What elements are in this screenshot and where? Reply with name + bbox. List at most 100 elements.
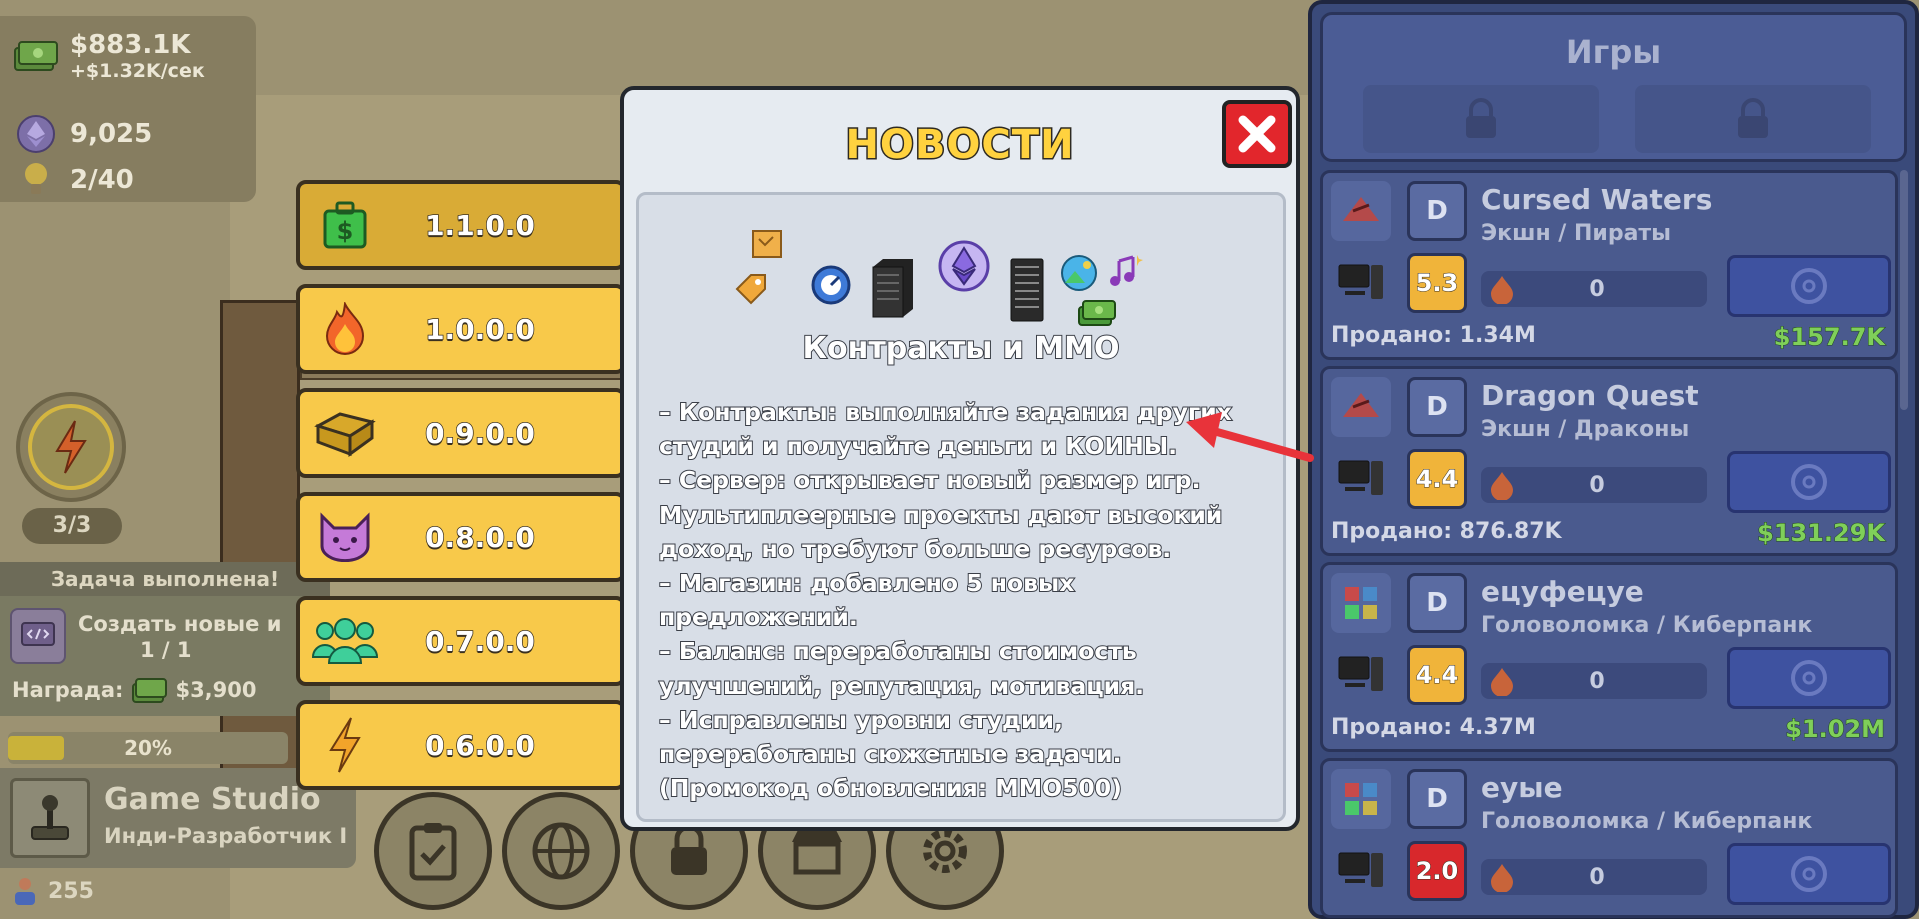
version-label: 1.0.0.0 bbox=[424, 312, 535, 347]
ether-coin-icon bbox=[937, 239, 991, 297]
game-name: еуые bbox=[1481, 771, 1563, 804]
games-header: Игры bbox=[1320, 12, 1907, 162]
version-button-1100[interactable]: $ 1.1.0.0 bbox=[296, 180, 626, 270]
disc-icon bbox=[1791, 856, 1827, 892]
cash-icon bbox=[12, 36, 60, 76]
disc-button[interactable] bbox=[1727, 843, 1891, 905]
ideas-stat: 2/40 bbox=[12, 160, 134, 200]
game-genre: Головоломка / Киберпанк bbox=[1481, 809, 1813, 834]
studio-rank: Инди-Разработчик I bbox=[104, 824, 348, 848]
hype-bar: 0 bbox=[1481, 859, 1707, 895]
news-line: – Баланс: переработаны стоимость улучшен… bbox=[658, 636, 1145, 700]
fire-icon bbox=[1491, 472, 1513, 500]
game-sold: Продано: 1.34M bbox=[1331, 323, 1536, 348]
energy-count: 3/3 bbox=[22, 508, 122, 544]
disc-icon bbox=[1791, 464, 1827, 500]
energy-button[interactable] bbox=[16, 392, 126, 502]
hype-value: 0 bbox=[1589, 668, 1605, 694]
game-sold: Продано: 876.87K bbox=[1331, 519, 1562, 544]
lightning-icon bbox=[55, 420, 87, 474]
version-label: 0.6.0.0 bbox=[424, 728, 535, 763]
news-line: – Магазин: добавлено 5 новых предложений… bbox=[658, 568, 1075, 632]
close-button[interactable] bbox=[1222, 100, 1292, 168]
coins-stat: 9,025 bbox=[12, 114, 152, 154]
news-line: (Промокод обновления: MMO500) bbox=[658, 773, 1123, 803]
task-panel[interactable]: Задача выполнена! Создать новые и 1 / 1 … bbox=[0, 562, 330, 716]
fire-icon bbox=[1491, 864, 1513, 892]
disc-button[interactable] bbox=[1727, 451, 1891, 513]
cash-icon bbox=[132, 678, 168, 703]
coins-value: 9,025 bbox=[70, 119, 153, 149]
computer-icon bbox=[1331, 449, 1391, 509]
hype-bar: 0 bbox=[1481, 271, 1707, 307]
employees-count: 255 bbox=[12, 876, 94, 906]
disc-icon bbox=[1791, 660, 1827, 696]
clipboard-check-icon bbox=[409, 823, 457, 881]
reward-label: Награда: bbox=[12, 678, 124, 702]
disc-button[interactable] bbox=[1727, 647, 1891, 709]
close-icon bbox=[1238, 115, 1276, 153]
hype-bar: 0 bbox=[1481, 467, 1707, 503]
disc-button[interactable] bbox=[1727, 255, 1891, 317]
game-grade: D bbox=[1407, 573, 1467, 633]
gauge-icon bbox=[809, 263, 853, 311]
task-count: 1 / 1 bbox=[140, 638, 192, 662]
game-income: $157.7K bbox=[1773, 323, 1885, 352]
map-icon bbox=[751, 229, 783, 263]
shop-icon bbox=[792, 830, 842, 875]
lightbulb-icon bbox=[12, 160, 60, 200]
version-button-0900[interactable]: 0.9.0.0 bbox=[296, 388, 626, 478]
employees-value: 255 bbox=[48, 878, 94, 904]
game-score: 5.3 bbox=[1407, 253, 1467, 313]
version-label: 0.7.0.0 bbox=[424, 624, 535, 659]
version-label: 0.9.0.0 bbox=[424, 416, 535, 451]
game-genre: Экшн / Пираты bbox=[1481, 221, 1672, 246]
lock-icon bbox=[1466, 98, 1496, 138]
stats-panel: $883.1K +$1.32K/сек 9,025 2/40 bbox=[0, 16, 256, 202]
person-icon bbox=[15, 878, 35, 905]
game-grade: D bbox=[1407, 769, 1467, 829]
cash-icon bbox=[1077, 297, 1117, 333]
world-button[interactable] bbox=[502, 792, 620, 910]
code-monitor-icon bbox=[10, 608, 66, 664]
money-bag-icon: $ bbox=[300, 184, 390, 266]
game-card[interactable]: D ецуфецуе Головоломка / Киберпанк 4.4 0… bbox=[1320, 562, 1898, 752]
lightning-icon bbox=[300, 704, 390, 786]
game-cover-icon bbox=[1331, 573, 1391, 633]
version-button-0600[interactable]: 0.6.0.0 bbox=[296, 700, 626, 790]
fire-icon bbox=[300, 288, 390, 370]
price-tag-icon bbox=[733, 273, 767, 311]
hype-value: 0 bbox=[1589, 472, 1605, 498]
games-scrollbar[interactable] bbox=[1900, 170, 1908, 410]
version-button-1000[interactable]: 1.0.0.0 bbox=[296, 284, 626, 374]
ideas-value: 2/40 bbox=[70, 165, 134, 195]
game-income: $131.29K bbox=[1757, 519, 1886, 548]
progress-label: 20% bbox=[124, 736, 172, 760]
game-card[interactable]: D Cursed Waters Экшн / Пираты 5.3 0 Прод… bbox=[1320, 170, 1898, 360]
locked-slot[interactable] bbox=[1363, 85, 1599, 153]
income-rate: +$1.32K/сек bbox=[70, 60, 205, 82]
fire-icon bbox=[1491, 668, 1513, 696]
box-icon bbox=[300, 392, 390, 474]
games-panel: Игры D Cursed Waters Экшн / Пираты 5.3 0… bbox=[1308, 0, 1919, 919]
news-line: – Исправлены уровни студии, переработаны… bbox=[658, 705, 1123, 769]
version-button-0700[interactable]: 0.7.0.0 bbox=[296, 596, 626, 686]
game-cover-icon bbox=[1331, 769, 1391, 829]
globe-icon bbox=[532, 822, 590, 880]
locked-slot[interactable] bbox=[1635, 85, 1871, 153]
tasks-button[interactable] bbox=[374, 792, 492, 910]
music-note-icon bbox=[1105, 253, 1143, 295]
version-button-0800[interactable]: 0.8.0.0 bbox=[296, 492, 626, 582]
task-header: Задача выполнена! bbox=[0, 562, 330, 596]
team-icon bbox=[300, 600, 390, 682]
game-grade: D bbox=[1407, 377, 1467, 437]
ether-coin-icon bbox=[12, 114, 60, 154]
game-card[interactable]: D еуые Головоломка / Киберпанк 2.0 0 bbox=[1320, 758, 1898, 918]
news-line: – Сервер: открывает новый размер игр. Му… bbox=[658, 465, 1223, 563]
game-genre: Головоломка / Киберпанк bbox=[1481, 613, 1813, 638]
modal-title: НОВОСТИ bbox=[844, 121, 1075, 170]
computer-icon bbox=[1331, 253, 1391, 313]
games-title: Игры bbox=[1565, 33, 1662, 71]
game-genre: Экшн / Драконы bbox=[1481, 417, 1690, 442]
game-card[interactable]: D Dragon Quest Экшн / Драконы 4.4 0 Прод… bbox=[1320, 366, 1898, 556]
